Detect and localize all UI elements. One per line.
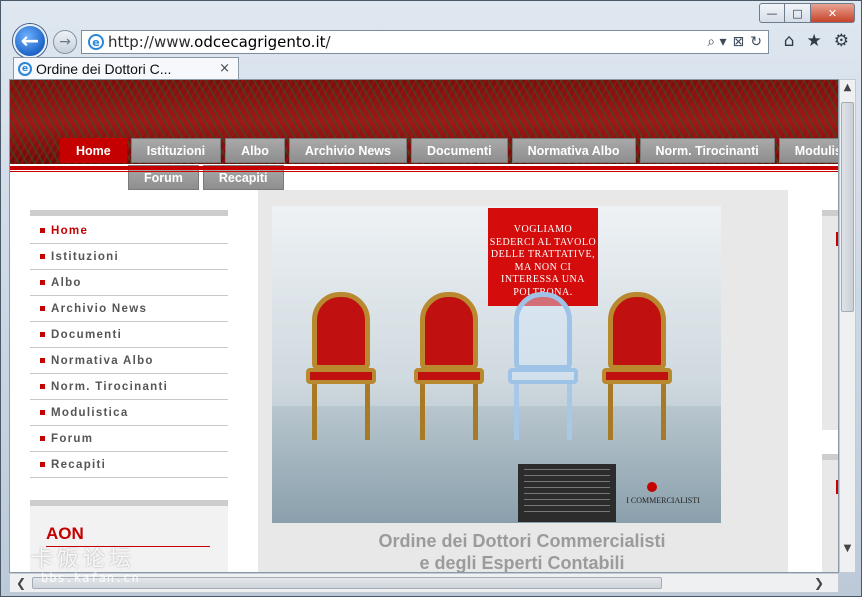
top-menu-row-1: Home Istituzioni Albo Archivio News Document… [60, 138, 838, 163]
red-armchair-3 [602, 292, 672, 442]
scroll-right-icon[interactable]: ❯ [814, 576, 824, 590]
top-menu-item-documenti[interactable]: Documenti [410, 138, 508, 163]
address-tools: ⌕ ▾ ⊠ ↻ [707, 34, 768, 50]
minimize-button[interactable]: — [759, 3, 785, 23]
sidebar-item-label: Normativa Albo [51, 354, 154, 367]
commercialisti-logo-icon [647, 482, 657, 492]
sidebar-item-label: Home [51, 224, 89, 237]
home-icon[interactable]: ⌂ [784, 31, 795, 51]
bullet-square-icon [40, 410, 45, 415]
address-bar[interactable]: e http://www.odcecagrigento.it/ ⌕ ▾ ⊠ ↻ [81, 30, 769, 54]
scroll-up-icon[interactable]: ▲ [840, 82, 855, 99]
maximize-button[interactable]: □ [785, 3, 811, 23]
caption-line-1: Ordine dei Dottori Commercialisti [378, 531, 666, 551]
bullet-square-icon [40, 462, 45, 467]
refresh-icon[interactable]: ↻ [750, 34, 762, 50]
back-button[interactable]: ← [13, 24, 47, 58]
url-prefix: http://www. [108, 33, 195, 51]
top-menu-item-modulistica[interactable]: Modulistica [778, 138, 838, 163]
bullet-square-icon [40, 280, 45, 285]
sidebar-item-label: Norm. Tirocinanti [51, 380, 169, 393]
sidebar-item-documenti[interactable]: Documenti [30, 322, 228, 348]
ie-page-icon: e [88, 34, 104, 50]
red-armchair-1 [306, 292, 376, 442]
slogan-line: DELLE TRATTATIVE, [490, 249, 596, 260]
top-menu: Home Istituzioni Albo Archivio News Document… [10, 138, 838, 192]
top-menu-item-archivio-news[interactable]: Archivio News [288, 138, 407, 163]
slogan-line: MA NON CI [514, 261, 572, 273]
favorites-star-icon[interactable]: ★ [807, 31, 822, 51]
watermark-text: 卡饭论坛 [31, 547, 136, 572]
bullet-square-icon [40, 436, 45, 441]
main-content: VOGLIAMO SEDERCI AL TAVOLO DELLE TRATTATIV… [258, 190, 788, 573]
vertical-scroll-thumb[interactable] [841, 102, 854, 312]
bullet-square-icon [40, 306, 45, 311]
sidebar-item-label: Istituzioni [51, 250, 119, 263]
bullet-square-icon [40, 358, 45, 363]
poster-text-block [518, 464, 616, 522]
campaign-poster[interactable]: VOGLIAMO SEDERCI AL TAVOLO DELLE TRATTATIV… [272, 206, 721, 523]
top-menu-item-albo[interactable]: Albo [225, 138, 285, 163]
sidebar-item-normativa-albo[interactable]: Normativa Albo [30, 348, 228, 374]
top-menu-item-normativa-albo[interactable]: Normativa Albo [511, 138, 636, 163]
sidebar-item-archivio-news[interactable]: Archivio News [30, 296, 228, 322]
sidebar-item-label: Recapiti [51, 458, 107, 471]
side-menu: Home Istituzioni Albo Archivio News Document… [30, 210, 228, 478]
sidebar-item-albo[interactable]: Albo [30, 270, 228, 296]
bullet-square-icon [40, 332, 45, 337]
forward-button[interactable]: → [53, 30, 77, 54]
slogan-line: SEDERCI AL TAVOLO [489, 236, 597, 248]
sidebar-item-forum[interactable]: Forum [30, 426, 228, 452]
vertical-scrollbar[interactable]: ▲ ▼ [839, 79, 856, 573]
sidebar-item-label: Archivio News [51, 302, 148, 315]
close-window-button[interactable]: ✕ [811, 3, 855, 23]
sidebar-item-label: Modulistica [51, 406, 129, 419]
slogan-line: INTERESSA UNA [500, 274, 585, 285]
sidebar-item-norm-tirocinanti[interactable]: Norm. Tirocinanti [30, 374, 228, 400]
sidebar-item-label: Forum [51, 432, 94, 445]
tab-title: Ordine dei Dottori C... [36, 60, 172, 77]
browser-tab[interactable]: e Ordine dei Dottori C... × [13, 57, 239, 79]
menu-divider-thin [10, 171, 838, 172]
bullet-square-icon [40, 228, 45, 233]
red-armchair-2 [414, 292, 484, 442]
sidebar-item-recapiti[interactable]: Recapiti [30, 452, 228, 478]
window-controls: — □ ✕ [759, 3, 855, 23]
browser-window: — □ ✕ ← → e http://www.odcecagrigento.it… [0, 0, 862, 597]
search-dropdown-icon[interactable]: ⌕ ▾ [707, 34, 726, 50]
browser-toolbar-right: ⌂ ★ ⚙ [784, 31, 849, 51]
url-text[interactable]: http://www.odcecagrigento.it/ [108, 33, 331, 51]
sidebar-item-istituzioni[interactable]: Istituzioni [30, 244, 228, 270]
ie-tab-icon: e [18, 61, 32, 76]
sidebar-item-label: Documenti [51, 328, 123, 341]
top-menu-item-norm-tirocinanti[interactable]: Norm. Tirocinanti [639, 138, 775, 163]
scroll-down-icon[interactable]: ▼ [840, 543, 855, 560]
watermark-url: bbs.kafan.cn [41, 571, 140, 585]
side-menu-top-bar [30, 210, 228, 216]
compatibility-view-icon[interactable]: ⊠ [733, 34, 745, 50]
caption-line-2: e degli Esperti Contabili [419, 553, 625, 573]
right-column-box-2 [822, 454, 838, 572]
menu-divider [10, 166, 838, 170]
tab-close-icon[interactable]: × [219, 61, 230, 76]
bullet-square-icon [40, 384, 45, 389]
sidebar-item-home[interactable]: Home [30, 218, 228, 244]
bullet-square-icon [40, 254, 45, 259]
url-host: odcecagrigento.it [194, 33, 326, 51]
top-menu-item-istituzioni[interactable]: Istituzioni [130, 138, 222, 163]
top-menu-item-home[interactable]: Home [60, 138, 127, 163]
sidebar-item-label: Albo [51, 276, 82, 289]
page-caption: Ordine dei Dottori Commercialisti e degl… [272, 530, 772, 573]
settings-gear-icon[interactable]: ⚙ [834, 31, 849, 51]
url-suffix: / [325, 33, 331, 51]
page-viewport: Home Istituzioni Albo Archivio News Document… [9, 79, 839, 573]
slogan-line: VOGLIAMO [513, 224, 573, 235]
poster-logo-text: I COMMERCIALISTI [626, 496, 700, 505]
sidebar-item-modulistica[interactable]: Modulistica [30, 400, 228, 426]
transparent-chair [508, 292, 578, 442]
scroll-left-icon[interactable]: ❮ [16, 576, 26, 590]
